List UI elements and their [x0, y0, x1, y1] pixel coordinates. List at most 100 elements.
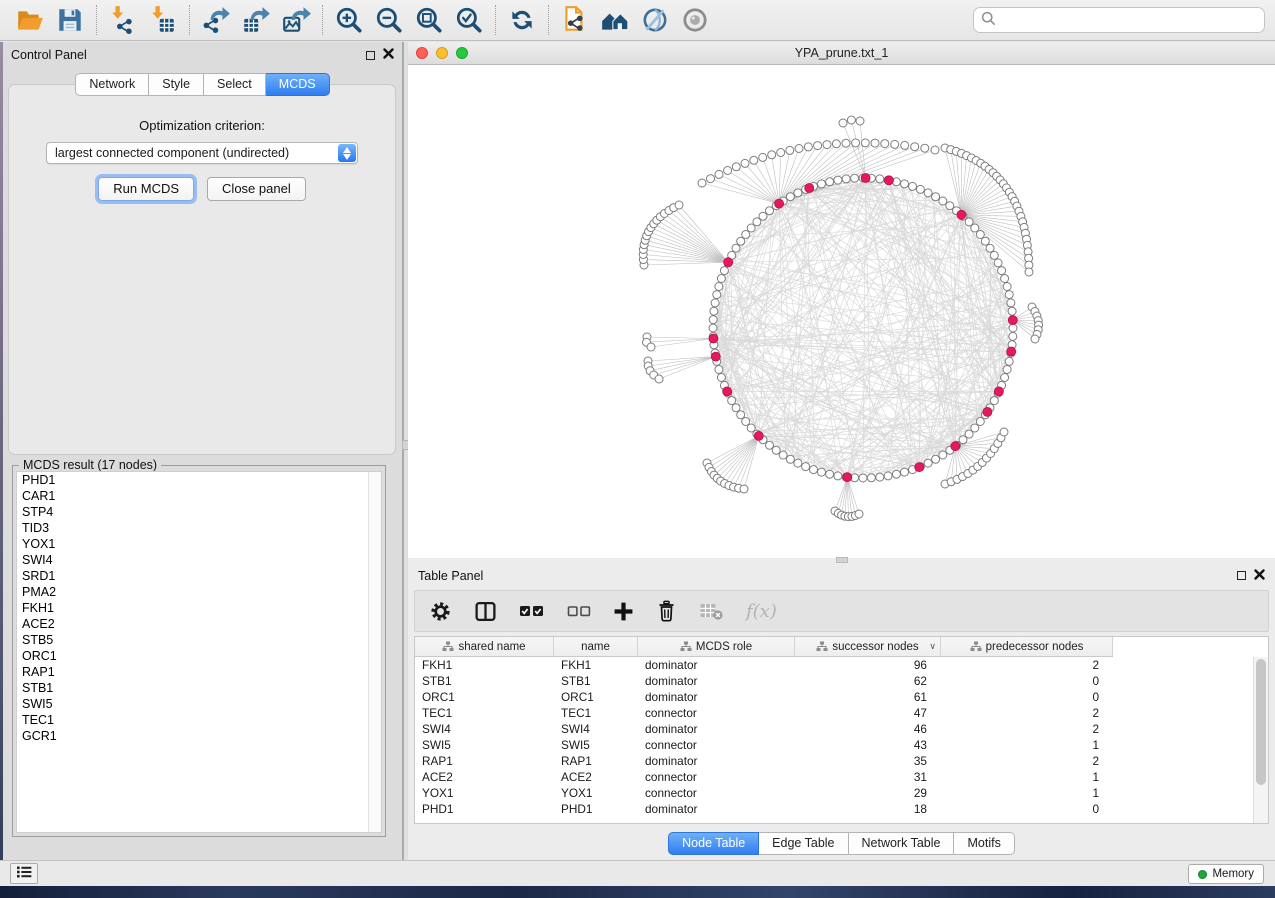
import-table-icon[interactable]	[143, 3, 183, 37]
mcds-result-item[interactable]: TEC1	[17, 712, 381, 728]
trash-icon[interactable]	[656, 600, 677, 622]
mcds-result-item[interactable]: ACE2	[17, 616, 381, 632]
network-window-title: YPA_prune.txt_1	[408, 46, 1275, 60]
task-history-button[interactable]	[10, 863, 38, 884]
table-row[interactable]: ORC1ORC1dominator610	[415, 689, 1252, 705]
table-row[interactable]: SWI4SWI4dominator462	[415, 721, 1252, 737]
open-file-icon[interactable]	[10, 3, 50, 37]
mcds-result-item[interactable]: TID3	[17, 520, 381, 536]
column-header-successor-nodes[interactable]: successor nodes∨	[795, 637, 941, 656]
network-window-titlebar[interactable]: YPA_prune.txt_1	[408, 42, 1275, 65]
zoom-selected-icon[interactable]	[449, 3, 489, 37]
tab-edge-table[interactable]: Edge Table	[759, 832, 848, 855]
table-body: FKH1FKH1dominator962STB1STB1dominator620…	[415, 657, 1252, 823]
table-row[interactable]: STB1STB1dominator620	[415, 673, 1252, 689]
table-cell: SWI5	[415, 737, 554, 753]
table-row[interactable]: TEC1TEC1connector472	[415, 705, 1252, 721]
scrollbar-thumb[interactable]	[1256, 659, 1266, 785]
select-all-icon[interactable]	[519, 601, 545, 621]
table-panel-title: Table Panel	[418, 569, 1237, 583]
table-cell: dominator	[638, 657, 795, 673]
add-icon[interactable]	[613, 601, 634, 622]
network-from-file-icon[interactable]	[555, 3, 595, 37]
table-cell: STB1	[415, 673, 554, 689]
memory-status-icon	[1198, 870, 1207, 879]
close-panel-icon[interactable]	[1254, 569, 1265, 583]
zoom-out-icon[interactable]	[369, 3, 409, 37]
mcds-result-item[interactable]: STB5	[17, 632, 381, 648]
close-panel-button[interactable]: Close panel	[207, 177, 306, 201]
tab-network[interactable]: Network	[75, 73, 149, 96]
column-header-name[interactable]: name	[554, 637, 638, 656]
list-icon	[16, 865, 32, 882]
tab-node-table[interactable]: Node Table	[668, 832, 759, 855]
search-input[interactable]	[1001, 13, 1264, 27]
network-canvas[interactable]	[408, 65, 1275, 558]
table-row[interactable]: FKH1FKH1dominator962	[415, 657, 1252, 673]
mcds-result-item[interactable]: STP4	[17, 504, 381, 520]
table-row[interactable]: PHD1PHD1dominator180	[415, 801, 1252, 817]
float-panel-icon[interactable]	[1237, 571, 1246, 580]
table-cell: PHD1	[415, 801, 554, 817]
import-network-icon[interactable]	[103, 3, 143, 37]
mcds-result-item[interactable]: SWI5	[17, 696, 381, 712]
toolbar-separator	[322, 5, 323, 35]
search-icon	[981, 11, 996, 29]
export-table-icon[interactable]	[236, 3, 276, 37]
export-network-icon[interactable]	[196, 3, 236, 37]
mcds-result-item[interactable]: STB1	[17, 680, 381, 696]
control-panel-tabs: NetworkStyleSelectMCDS	[3, 73, 402, 96]
home-icon[interactable]	[595, 3, 635, 37]
memory-button[interactable]: Memory	[1188, 864, 1264, 884]
delete-table-icon	[699, 601, 724, 621]
run-mcds-button[interactable]: Run MCDS	[98, 177, 194, 201]
save-session-icon[interactable]	[50, 3, 90, 37]
mcds-result-item[interactable]: YOX1	[17, 536, 381, 552]
table-row[interactable]: YOX1YOX1connector291	[415, 785, 1252, 801]
column-header-MCDS-role[interactable]: MCDS role	[638, 637, 795, 656]
export-image-icon[interactable]	[276, 3, 316, 37]
hide-details-icon[interactable]	[635, 3, 675, 37]
gear-icon[interactable]	[429, 600, 452, 623]
tab-network-table[interactable]: Network Table	[849, 832, 955, 855]
float-panel-icon[interactable]	[366, 51, 375, 60]
mcds-result-item[interactable]: CAR1	[17, 488, 381, 504]
column-header-shared-name[interactable]: shared name	[415, 637, 554, 656]
tab-mcds[interactable]: MCDS	[266, 73, 330, 96]
close-panel-icon[interactable]	[383, 48, 394, 62]
search-box[interactable]	[973, 7, 1265, 33]
optimization-criterion-select[interactable]: largest connected component (undirected)	[46, 142, 358, 164]
mcds-result-item[interactable]: PHD1	[17, 472, 381, 488]
select-stepper-icon	[338, 144, 356, 162]
tab-select[interactable]: Select	[204, 73, 266, 96]
result-list-scrollbar[interactable]	[368, 472, 381, 832]
column-header-predecessor-nodes[interactable]: predecessor nodes	[941, 637, 1113, 656]
table-row[interactable]: ACE2ACE2connector311	[415, 769, 1252, 785]
table-scrollbar[interactable]	[1253, 657, 1268, 823]
mcds-result-item[interactable]: GCR1	[17, 728, 381, 744]
tab-motifs[interactable]: Motifs	[954, 832, 1014, 855]
table-row[interactable]: RAP1RAP1dominator352	[415, 753, 1252, 769]
zoom-in-icon[interactable]	[329, 3, 369, 37]
mcds-result-item[interactable]: ORC1	[17, 648, 381, 664]
table-cell: connector	[638, 737, 795, 753]
refresh-icon[interactable]	[502, 3, 542, 37]
table-cell: STB1	[554, 673, 638, 689]
deselect-all-icon[interactable]	[567, 602, 591, 620]
mcds-result-item[interactable]: SWI4	[17, 552, 381, 568]
mcds-result-list[interactable]: PHD1CAR1STP4TID3YOX1SWI4SRD1PMA2FKH1ACE2…	[16, 471, 382, 833]
mcds-result-item[interactable]: RAP1	[17, 664, 381, 680]
zoom-fit-icon[interactable]	[409, 3, 449, 37]
mcds-result-item[interactable]: FKH1	[17, 600, 381, 616]
table-row[interactable]: SWI5SWI5connector431	[415, 737, 1252, 753]
network-graph[interactable]	[408, 65, 1275, 558]
mcds-result-item[interactable]: PMA2	[17, 584, 381, 600]
columns-icon[interactable]	[474, 600, 497, 623]
table-toolbar: f(x)	[414, 590, 1269, 632]
eye-icon[interactable]	[675, 3, 715, 37]
tab-style[interactable]: Style	[149, 73, 204, 96]
desktop-wallpaper-bottom	[0, 886, 1275, 898]
mcds-result-item[interactable]: SRD1	[17, 568, 381, 584]
table-cell: 2	[941, 657, 1113, 673]
table-cell: connector	[638, 769, 795, 785]
